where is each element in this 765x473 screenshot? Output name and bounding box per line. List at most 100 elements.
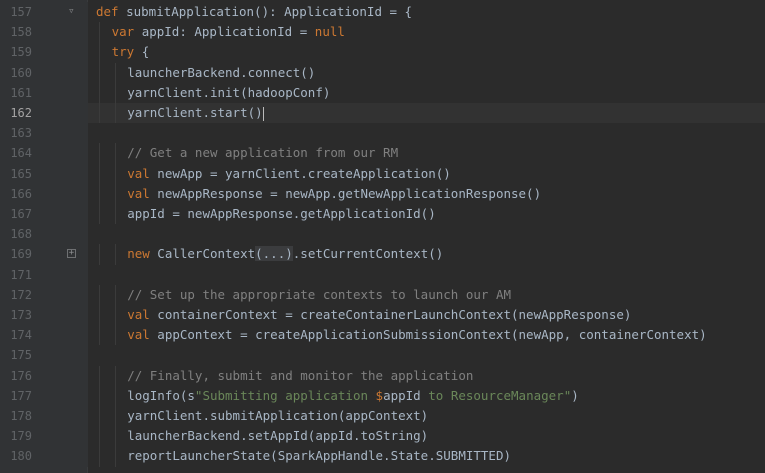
line-number[interactable]: 157 <box>0 2 32 22</box>
code-text[interactable]: // Finally, submit and monitor the appli… <box>127 366 473 386</box>
code-line[interactable]: 178 yarnClient.submitApplication(appConte… <box>0 406 765 427</box>
expand-fold-icon[interactable]: + <box>67 249 76 259</box>
code-line[interactable]: 180 reportLauncherState(SparkAppHandle.St… <box>0 446 765 467</box>
code-line[interactable]: 161 yarnClient.init(hadoopConf) <box>0 82 765 103</box>
keyword-token: null <box>314 24 345 40</box>
code-text[interactable]: appId = newAppResponse.getApplicationId(… <box>127 204 436 224</box>
code-text[interactable]: val containerContext = createContainerLa… <box>127 305 631 325</box>
comment-token: // Get a new application from our RM <box>127 145 399 161</box>
line-number[interactable]: 164 <box>0 143 32 163</box>
line-number[interactable]: 159 <box>0 42 32 62</box>
line-number[interactable]: 169 <box>0 244 32 264</box>
code-line[interactable]: 179 launcherBackend.setAppId(appId.toStri… <box>0 426 765 447</box>
code-text[interactable]: val newApp = yarnClient.createApplicatio… <box>127 164 451 184</box>
code-line[interactable]: 157 ▿ def submitApplication(): Application… <box>0 2 765 23</box>
code-text[interactable]: reportLauncherState(SparkAppHandle.State… <box>127 446 511 466</box>
code-token: appId <box>383 387 421 403</box>
indent-guide <box>99 62 100 83</box>
code-text[interactable]: launcherBackend.setAppId(appId.toString) <box>127 426 428 446</box>
code-token: submitApplication(): ApplicationId = { <box>118 4 413 19</box>
code-line[interactable]: 165 val newApp = yarnClient.createApplica… <box>0 163 765 184</box>
code-text[interactable]: try { <box>112 42 150 62</box>
line-number[interactable]: 165 <box>0 164 32 184</box>
comment-token: // Set up the appropriate contexts to la… <box>127 286 511 302</box>
code-line[interactable]: 176 // Finally, submit and monitor the ap… <box>0 365 765 386</box>
code-line[interactable]: 171 <box>0 264 765 285</box>
indent-guide <box>99 446 100 467</box>
indent-guide <box>99 42 100 63</box>
code-line[interactable]: 163 <box>0 123 765 144</box>
code-text[interactable]: yarnClient.start() <box>127 103 264 123</box>
code-text[interactable]: val appContext = createApplicationSubmis… <box>127 325 706 345</box>
line-number[interactable]: 179 <box>0 426 32 446</box>
code-token: yarnClient.submitApplication(appContext) <box>127 408 429 423</box>
code-token: appId: ApplicationId = <box>134 24 315 40</box>
line-number[interactable]: 175 <box>0 345 32 365</box>
indent-guide <box>99 143 100 164</box>
code-token: logInfo(s <box>127 387 195 403</box>
code-line[interactable]: 164 // Get a new application from our RM <box>0 143 765 164</box>
line-number[interactable]: 160 <box>0 63 32 83</box>
line-number[interactable]: 167 <box>0 204 32 224</box>
code-line[interactable]: 159 try { <box>0 42 765 63</box>
code-line[interactable]: 174 val appContext = createApplicationSub… <box>0 325 765 346</box>
code-token: .setCurrentContext() <box>292 246 444 262</box>
code-text[interactable]: val newAppResponse = newApp.getNewApplic… <box>127 184 541 204</box>
code-line[interactable]: 169 + new CallerContext(...).setCurrentCon… <box>0 244 765 265</box>
indent-guide <box>114 204 116 225</box>
line-number[interactable]: 180 <box>0 446 32 466</box>
code-token: yarnClient.start() <box>127 105 263 120</box>
line-number[interactable]: 174 <box>0 325 32 345</box>
code-text[interactable]: def submitApplication(): ApplicationId =… <box>96 2 412 22</box>
code-token: { <box>134 44 150 60</box>
code-text[interactable]: // Set up the appropriate contexts to la… <box>127 285 511 305</box>
indent-guide <box>114 305 116 326</box>
folded-code-region[interactable]: (...) <box>255 246 293 262</box>
comment-token: // Finally, submit and monitor the appli… <box>127 367 474 383</box>
code-line[interactable]: 166 val newAppResponse = newApp.getNewApp… <box>0 183 765 204</box>
code-line[interactable]: 162 yarnClient.start() <box>0 103 765 124</box>
code-token: newApp = yarnClient.createApplication() <box>149 165 451 181</box>
code-text[interactable]: logInfo(s"Submitting application $appId … <box>127 386 579 406</box>
code-text[interactable]: launcherBackend.connect() <box>127 63 315 83</box>
code-line[interactable]: 160 launcherBackend.connect() <box>0 62 765 83</box>
indent-guide <box>99 204 100 225</box>
line-number[interactable]: 178 <box>0 406 32 426</box>
line-number[interactable]: 166 <box>0 184 32 204</box>
code-line[interactable]: 172 // Set up the appropriate contexts to… <box>0 284 765 305</box>
line-number[interactable]: 161 <box>0 83 32 103</box>
line-number[interactable]: 172 <box>0 285 32 305</box>
line-number[interactable]: 162 <box>0 103 32 123</box>
indent-guide <box>99 385 100 406</box>
line-number[interactable]: 158 <box>0 22 32 42</box>
code-text[interactable]: yarnClient.submitApplication(appContext) <box>127 406 428 426</box>
indent-guide <box>114 143 116 164</box>
indent-guide <box>99 284 100 305</box>
line-number[interactable]: 171 <box>0 265 32 285</box>
code-token: appContext = createApplicationSubmission… <box>149 327 707 343</box>
code-text[interactable]: new CallerContext(...).setCurrentContext… <box>127 244 443 264</box>
code-line[interactable]: 173 val containerContext = createContaine… <box>0 305 765 326</box>
code-token: CallerContext <box>149 246 256 262</box>
line-number[interactable]: 168 <box>0 224 32 244</box>
indent-guide <box>99 325 100 346</box>
fold-toggle-icon[interactable]: ▿ <box>68 4 75 18</box>
indent-guide <box>99 82 100 103</box>
code-editor[interactable]: 157 ▿ def submitApplication(): Application… <box>0 0 765 473</box>
code-line[interactable]: 167 appId = newAppResponse.getApplication… <box>0 204 765 225</box>
code-text[interactable]: yarnClient.init(hadoopConf) <box>127 83 330 103</box>
indent-guide <box>99 406 100 427</box>
line-number[interactable]: 163 <box>0 123 32 143</box>
code-line[interactable]: 177 logInfo(s"Submitting application $app… <box>0 385 765 406</box>
keyword-token: val <box>127 165 150 181</box>
code-line[interactable]: 168 <box>0 224 765 245</box>
code-text[interactable]: var appId: ApplicationId = null <box>112 22 345 42</box>
line-number[interactable]: 173 <box>0 305 32 325</box>
line-number[interactable]: 177 <box>0 386 32 406</box>
code-line[interactable]: 158 var appId: ApplicationId = null <box>0 22 765 43</box>
line-number[interactable]: 176 <box>0 366 32 386</box>
text-caret <box>262 106 264 121</box>
code-line[interactable]: 175 <box>0 345 765 366</box>
code-token: reportLauncherState(SparkAppHandle.State… <box>127 448 511 464</box>
code-text[interactable]: // Get a new application from our RM <box>127 143 398 163</box>
